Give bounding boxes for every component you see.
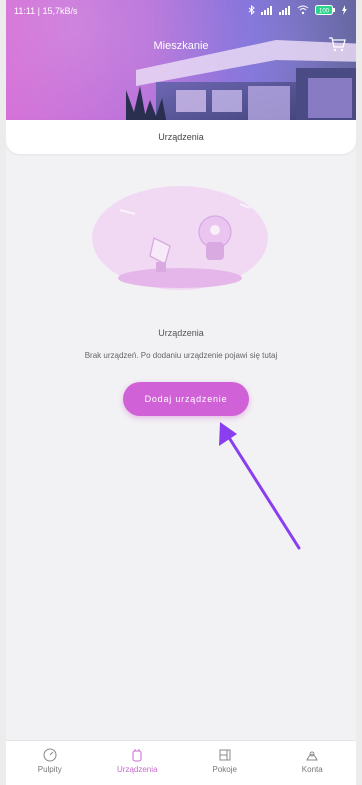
app-screen: 11:11 | 15,7kB/s 100 Mieszkanie Urządzen… [6,0,356,785]
nav-item-pulpity[interactable]: Pulpity [6,741,94,785]
account-icon [269,747,357,763]
charging-icon [341,5,348,15]
device-icon [94,747,182,763]
nav-label-konta: Konta [301,765,323,774]
header-banner: 11:11 | 15,7kB/s 100 Mieszkanie [6,0,356,120]
dashboard-icon [6,747,94,763]
empty-state-title: Urządzenia [158,328,204,338]
nav-label-pulpity: Pulpity [37,765,62,774]
nav-label-pokoje: Pokoje [212,765,237,774]
rooms-icon [181,747,269,763]
status-bar: 11:11 | 15,7kB/s 100 [6,0,356,22]
nav-label-urzadzenia: Urządzenia [117,765,158,774]
nav-item-urzadzenia[interactable]: Urządzenia [94,741,182,785]
empty-state-description: Brak urządzeń. Po dodaniu urządzenie poj… [84,351,278,360]
add-device-button[interactable]: Dodaj urządzenie [123,382,249,416]
wifi-icon [297,5,309,15]
bluetooth-icon [248,5,255,15]
status-time-speed: 11:11 | 15,7kB/s [14,6,78,16]
empty-state-illustration [92,186,268,290]
battery-icon: 100 [315,5,335,15]
section-header: Urządzenia [6,120,356,154]
page-title: Mieszkanie [153,40,209,52]
signal-icon-2 [279,5,291,15]
bottom-navigation: Pulpity Urządzenia Pokoje Konta [6,740,356,785]
status-icons: 100 [248,5,348,15]
signal-icon [261,5,273,15]
cart-icon[interactable] [328,35,346,53]
svg-text:100: 100 [319,9,330,15]
nav-item-konta[interactable]: Konta [269,741,357,785]
house-photo [126,40,356,120]
section-title: Urządzenia [158,132,204,142]
nav-item-pokoje[interactable]: Pokoje [181,741,269,785]
